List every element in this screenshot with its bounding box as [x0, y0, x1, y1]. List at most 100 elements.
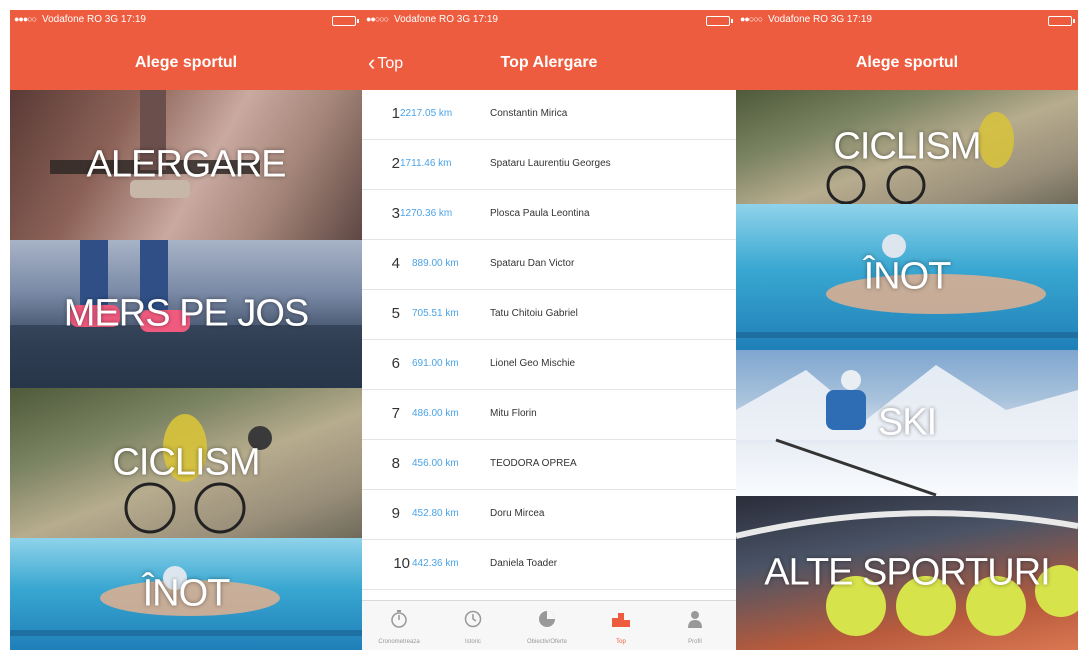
sport-tile-alergare[interactable]: ALERGARE	[10, 90, 362, 240]
network-label: 3G	[830, 14, 845, 25]
sport-label: ÎNOT	[142, 572, 231, 615]
leaderboard-list: 1 2217.05 km Constantin Mirica 2 1711.46…	[362, 90, 736, 600]
tab-cronometreaza[interactable]: Cronometreaza	[362, 601, 436, 650]
runner-name: Mitu Florin	[490, 408, 537, 419]
sport-picker-screen-2: ●●○○○ Vodafone RO 3G 17:19 Alege sportul…	[736, 10, 1078, 650]
battery-icon	[706, 16, 733, 26]
runner-name: Doru Mircea	[490, 508, 545, 519]
tab-label: Cronometreaza	[378, 639, 420, 645]
distance: 691.00 km	[412, 358, 459, 369]
time-label: 17:19	[120, 14, 146, 25]
sport-tile-alte-sporturi[interactable]: ALTE SPORTURI	[736, 496, 1078, 650]
list-item[interactable]: 4 889.00 km Spataru Dan Victor	[362, 240, 736, 290]
sport-tile-inot[interactable]: ÎNOT	[10, 538, 362, 650]
sport-label: ÎNOT	[863, 255, 952, 298]
nav-bar: ●●○○○ Vodafone RO 3G 17:19 ‹ Top Top Aler…	[362, 10, 736, 90]
runner-name: TEODORA OPREA	[490, 458, 577, 469]
sport-tile-inot[interactable]: ÎNOT	[736, 204, 1078, 350]
carrier-label: Vodafone RO	[393, 14, 455, 25]
distance: 486.00 km	[412, 408, 459, 419]
nav-bar: ●●○○○ Vodafone RO 3G 17:19 Alege sportul	[736, 10, 1078, 90]
distance: 1270.36 km	[400, 208, 453, 219]
distance: 2217.05 km	[400, 108, 453, 119]
tab-bar: Cronometreaza Istoric Obiectiv/Ofertе To…	[362, 600, 736, 650]
list-item[interactable]: 1 2217.05 km Constantin Mirica	[362, 90, 736, 140]
distance: 1711.46 km	[400, 158, 452, 169]
sport-tile-mers-pe-jos[interactable]: MERS PE JOS	[10, 240, 362, 388]
status-bar: ●●○○○ Vodafone RO 3G 17:19	[736, 10, 1078, 28]
list-item[interactable]: 10 442.36 km Daniela Toader	[362, 540, 736, 590]
network-label: 3G	[104, 14, 119, 25]
distance: 442.36 km	[412, 558, 459, 569]
rank: 10	[393, 555, 410, 572]
list-item[interactable]: 2 1711.46 km Spataru Laurentiu Georges	[362, 140, 736, 190]
runner-name: Spataru Dan Victor	[490, 258, 575, 269]
sport-picker-screen-1: ●●●○○ Vodafone RO 3G 17:19 Alege sportul…	[10, 10, 362, 650]
rank: 1	[391, 105, 400, 122]
distance: 705.51 km	[412, 308, 459, 319]
status-bar: ●●●○○ Vodafone RO 3G 17:19	[10, 10, 362, 28]
list-item[interactable]: 9 452.80 km Doru Mircea	[362, 490, 736, 540]
sport-label: ALERGARE	[86, 143, 287, 186]
history-icon	[464, 610, 482, 628]
tab-label: Istoric	[464, 639, 481, 645]
list-item[interactable]: 5 705.51 km Tatu Chitoiu Gabriel	[362, 290, 736, 340]
sport-tile-ciclism[interactable]: CICLISM	[736, 90, 1078, 204]
sport-label: CICLISM	[112, 441, 260, 484]
tab-label: Profil	[688, 639, 702, 645]
sport-label: ALTE SPORTURI	[764, 551, 1050, 594]
list-item[interactable]: 8 456.00 km TEODORA OPREA	[362, 440, 736, 490]
signal-icon: ●●●○○	[14, 14, 37, 24]
list-item[interactable]: 3 1270.36 km Ploscа Paula Leontina	[362, 190, 736, 240]
profile-icon	[688, 611, 702, 628]
tab-profil[interactable]: Profil	[658, 601, 732, 650]
nav-bar: ●●●○○ Vodafone RO 3G 17:19 Alege sportul	[10, 10, 362, 90]
distance: 452.80 km	[412, 508, 459, 519]
pie-chart-icon	[539, 611, 555, 627]
rank: 6	[391, 355, 400, 372]
sport-label: CICLISM	[833, 125, 981, 168]
tab-label: Obiectiv/Ofertе	[526, 639, 567, 645]
runner-name: Constantin Mirica	[490, 108, 568, 119]
runner-name: Ploscа Paula Leontina	[490, 208, 590, 219]
list-item[interactable]: 6 691.00 km Lionel Geo Mischie	[362, 340, 736, 390]
list-item[interactable]: 7 486.00 km Mitu Florin	[362, 390, 736, 440]
rank: 2	[391, 155, 400, 172]
rank: 3	[391, 205, 400, 222]
podium-icon	[612, 613, 630, 627]
status-bar: ●●○○○ Vodafone RO 3G 17:19	[362, 10, 736, 28]
network-label: 3G	[456, 14, 471, 25]
sport-tile-ski[interactable]: SKI	[736, 350, 1078, 496]
battery-icon	[332, 16, 359, 26]
battery-icon	[1048, 16, 1075, 26]
rank: 8	[391, 455, 400, 472]
sport-label: MERS PE JOS	[63, 292, 310, 335]
sport-label: SKI	[877, 401, 937, 444]
sport-tile-ciclism[interactable]: CICLISM	[10, 388, 362, 538]
tab-top[interactable]: Top	[584, 601, 658, 650]
rank: 9	[391, 505, 400, 522]
rank: 4	[391, 255, 400, 272]
runner-name: Spataru Laurentiu Georges	[490, 158, 611, 169]
time-label: 17:19	[846, 14, 872, 25]
stopwatch-icon	[391, 610, 407, 628]
runner-name: Tatu Chitoiu Gabriel	[490, 308, 578, 319]
carrier-label: Vodafone RO	[41, 14, 103, 25]
rank: 7	[391, 405, 400, 422]
signal-icon: ●●○○○	[366, 14, 389, 24]
distance: 456.00 km	[412, 458, 459, 469]
tab-obiectiv[interactable]: Obiectiv/Ofertе	[510, 601, 584, 650]
tab-istoric[interactable]: Istoric	[436, 601, 510, 650]
runner-name: Daniela Toader	[490, 558, 558, 569]
page-title: Alege sportul	[134, 54, 238, 71]
tab-label: Top	[616, 639, 626, 645]
time-label: 17:19	[472, 14, 498, 25]
carrier-label: Vodafone RO	[767, 14, 829, 25]
page-title: Alege sportul	[855, 54, 959, 71]
runner-name: Lionel Geo Mischie	[490, 358, 576, 369]
signal-icon: ●●○○○	[740, 14, 763, 24]
page-title: Top Alergare	[500, 54, 598, 71]
distance: 889.00 km	[412, 258, 459, 269]
top-alergare-screen: ●●○○○ Vodafone RO 3G 17:19 ‹ Top Top Aler…	[362, 10, 736, 650]
rank: 5	[391, 305, 400, 322]
